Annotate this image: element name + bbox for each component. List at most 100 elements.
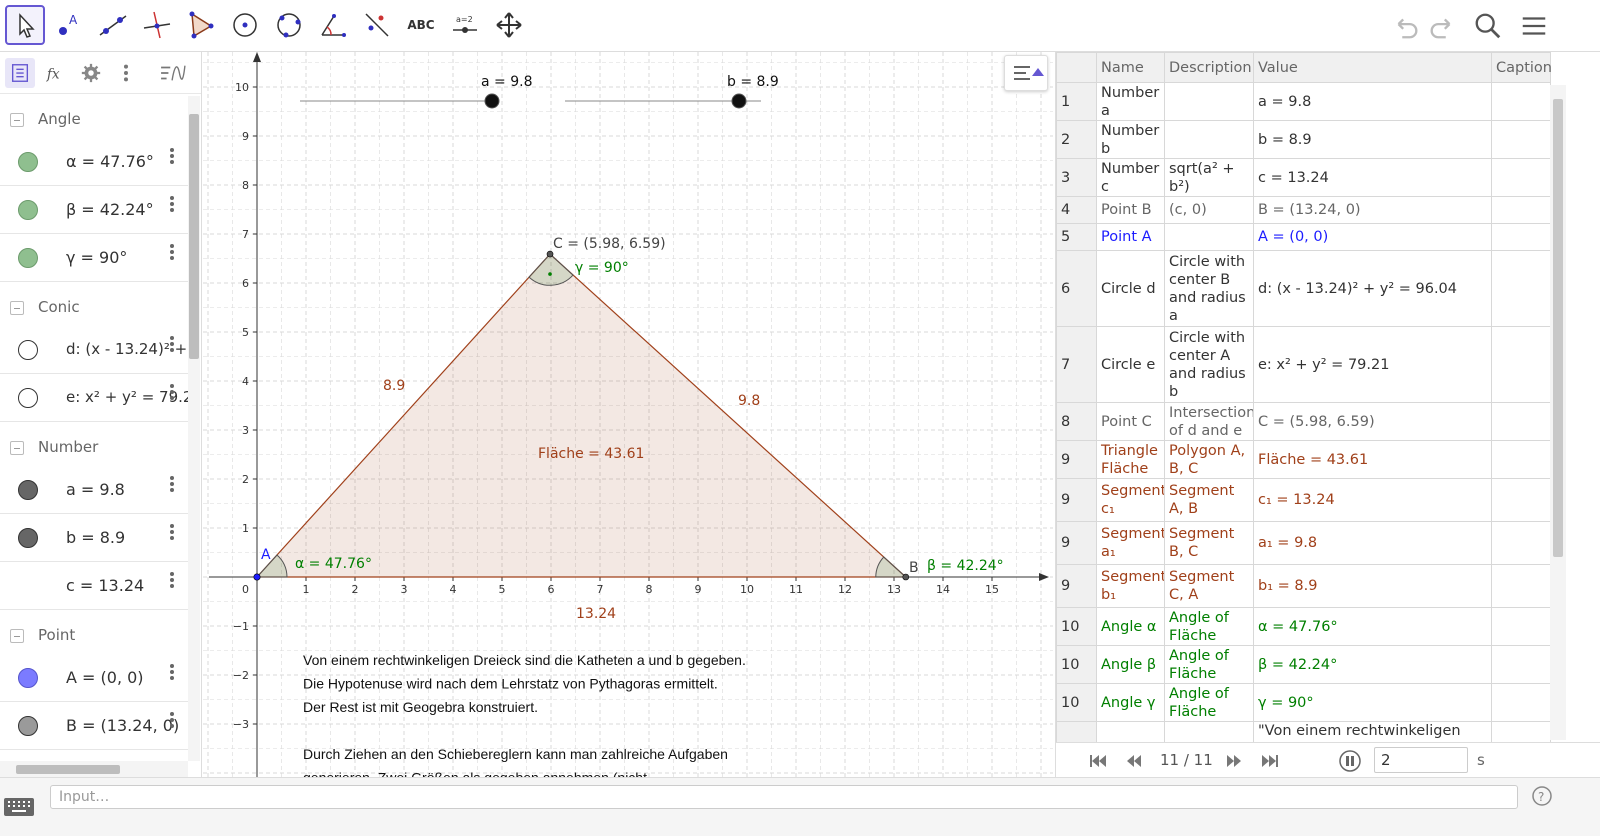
protocol-row[interactable]: 9 Triangle Fläche Polygon A, B, C Fläche = …	[1056, 440, 1551, 479]
visibility-toggle-icon[interactable]	[18, 248, 38, 268]
protocol-caption-cell[interactable]	[1491, 607, 1551, 646]
algebra-row[interactable]: α = 47.76°	[0, 138, 188, 186]
protocol-value-cell[interactable]: B = (13.24, 0)	[1253, 196, 1492, 224]
row-menu-icon[interactable]	[168, 570, 176, 592]
protocol-description-cell[interactable]	[1164, 721, 1254, 742]
protocol-row[interactable]: 10 Angle β Angle of Fläche β = 42.24°	[1056, 645, 1551, 684]
algebra-row[interactable]: γ = 90°	[0, 234, 188, 282]
main-menu-button[interactable]	[1518, 10, 1550, 42]
protocol-value-cell[interactable]: b = 8.9	[1253, 120, 1492, 159]
protocol-row[interactable]: 10 Angle γ Angle of Fläche γ = 90°	[1056, 683, 1551, 722]
protocol-row[interactable]: "Von einem rechtwinkeligen Dreieck sind …	[1056, 721, 1551, 742]
protocol-name-cell[interactable]: Circle d	[1096, 250, 1165, 327]
protocol-caption-cell[interactable]	[1491, 440, 1551, 479]
protocol-name-cell[interactable]: Segment b₁	[1096, 564, 1165, 608]
protocol-row[interactable]: 9 Segment a₁ Segment B, Ca₁ = 9.8	[1056, 521, 1551, 565]
protocol-description-cell[interactable]	[1164, 82, 1254, 121]
line-tool-button[interactable]	[93, 5, 133, 45]
protocol-caption-cell[interactable]	[1491, 250, 1551, 327]
protocol-value-cell[interactable]: Fläche = 43.61	[1253, 440, 1492, 479]
graphics-style-bar-button[interactable]	[1004, 55, 1048, 91]
move-tool-button[interactable]	[5, 5, 45, 45]
protocol-row[interactable]: 4 Point B (c, 0) B = (13.24, 0)	[1056, 196, 1551, 224]
protocol-description-cell[interactable]: Segment A, B	[1164, 478, 1254, 522]
group-header-point[interactable]: Point	[0, 618, 188, 654]
protocol-value-cell[interactable]: γ = 90°	[1253, 683, 1492, 722]
polygon-tool-button[interactable]	[181, 5, 221, 45]
group-header-angle[interactable]: Angle	[0, 102, 188, 138]
row-menu-icon[interactable]	[168, 334, 176, 356]
protocol-caption-cell[interactable]	[1491, 478, 1551, 522]
row-menu-icon[interactable]	[168, 382, 176, 404]
protocol-value-cell[interactable]: a = 9.8	[1253, 82, 1492, 121]
undo-button[interactable]	[1390, 10, 1422, 42]
protocol-description-cell[interactable]: Angle of Fläche	[1164, 645, 1254, 684]
protocol-value-cell[interactable]: c₁ = 13.24	[1253, 478, 1492, 522]
visibility-toggle-icon[interactable]	[18, 388, 38, 408]
graphics-canvas[interactable]: 1 2 3 4 5 6 7 8 9 10 11 12 13 14 1510987654321−1−2−30a…	[203, 52, 1053, 777]
protocol-caption-cell[interactable]	[1491, 564, 1551, 608]
protocol-name-cell[interactable]: Point B	[1096, 196, 1165, 224]
protocol-description-cell[interactable]: (c, 0)	[1164, 196, 1254, 224]
reflect-tool-button[interactable]	[357, 5, 397, 45]
protocol-caption-cell[interactable]	[1491, 402, 1551, 441]
protocol-value-cell[interactable]: β = 42.24°	[1253, 645, 1492, 684]
move-graphics-tool-button[interactable]	[489, 5, 529, 45]
protocol-row[interactable]: 7 Circle e Circle with center A and radius…	[1056, 326, 1551, 403]
column-header[interactable]: Caption	[1491, 52, 1552, 83]
column-header[interactable]: Description	[1164, 52, 1254, 83]
row-menu-icon[interactable]	[168, 242, 176, 264]
protocol-row[interactable]: 2 Number b b = 8.9	[1056, 120, 1551, 159]
next-step-icon[interactable]	[1224, 753, 1244, 769]
scrollbar-thumb[interactable]	[1553, 99, 1563, 557]
last-step-icon[interactable]	[1260, 753, 1280, 769]
redo-button[interactable]	[1426, 10, 1458, 42]
protocol-value-cell[interactable]: d: (x - 13.24)² + y² = 96.04	[1253, 250, 1492, 327]
protocol-row[interactable]: 3 Number c sqrt(a² + b²) c = 13.24	[1056, 158, 1551, 197]
protocol-description-cell[interactable]	[1164, 120, 1254, 159]
protocol-name-cell[interactable]: Angle β	[1096, 645, 1165, 684]
point-B[interactable]	[902, 573, 910, 581]
algebra-more-button[interactable]	[111, 58, 141, 88]
row-menu-icon[interactable]	[168, 146, 176, 168]
protocol-description-cell[interactable]: Circle with center A and radius b	[1164, 326, 1254, 403]
protocol-row[interactable]: 9 Segment b₁ Segment C, Ab₁ = 8.9	[1056, 564, 1551, 608]
algebra-row[interactable]: d: (x - 13.24)² + y² = 96.04	[0, 326, 188, 374]
protocol-description-cell[interactable]: Segment C, A	[1164, 564, 1254, 608]
protocol-value-cell[interactable]: α = 47.76°	[1253, 607, 1492, 646]
protocol-value-cell[interactable]: C = (5.98, 6.59)	[1253, 402, 1492, 441]
pause-icon[interactable]	[1338, 749, 1362, 773]
algebra-row[interactable]: β = 42.24°	[0, 186, 188, 234]
protocol-row[interactable]: 5 Point A A = (0, 0)	[1056, 223, 1551, 251]
speed-input[interactable]: 2	[1374, 747, 1468, 773]
triangle-area[interactable]	[257, 254, 906, 577]
protocol-row[interactable]: 10 Angle α Angle of Fläche α = 47.76°	[1056, 607, 1551, 646]
algebra-row[interactable]: A = (0, 0)	[0, 654, 188, 702]
algebra-tree-button[interactable]	[5, 58, 35, 88]
protocol-name-cell[interactable]	[1096, 721, 1165, 742]
protocol-name-cell[interactable]: Angle α	[1096, 607, 1165, 646]
text-tool-button[interactable]: ABC	[401, 5, 441, 45]
protocol-value-cell[interactable]: a₁ = 9.8	[1253, 521, 1492, 565]
column-header[interactable]: Value	[1253, 52, 1492, 83]
algebra-row[interactable]: B = (13.24, 0)	[0, 702, 188, 750]
group-header-number[interactable]: Number	[0, 430, 188, 466]
help-icon[interactable]: ?	[1532, 786, 1552, 806]
collapse-icon[interactable]	[10, 441, 24, 455]
group-header-conic[interactable]: Conic	[0, 290, 188, 326]
protocol-row[interactable]: 6 Circle d Circle with center B and radius…	[1056, 250, 1551, 327]
visibility-toggle-icon[interactable]	[18, 200, 38, 220]
protocol-caption-cell[interactable]	[1491, 158, 1551, 197]
protocol-description-cell[interactable]: Circle with center B and radius a	[1164, 250, 1254, 327]
first-step-icon[interactable]	[1088, 753, 1108, 769]
collapse-icon[interactable]	[10, 113, 24, 127]
protocol-caption-cell[interactable]	[1491, 120, 1551, 159]
protocol-caption-cell[interactable]	[1491, 521, 1551, 565]
visibility-toggle-icon[interactable]	[18, 528, 38, 548]
visibility-toggle-icon[interactable]	[18, 480, 38, 500]
previous-step-icon[interactable]	[1124, 753, 1144, 769]
protocol-name-cell[interactable]: Angle γ	[1096, 683, 1165, 722]
protocol-value-cell[interactable]: e: x² + y² = 79.21	[1253, 326, 1492, 403]
protocol-name-cell[interactable]: Circle e	[1096, 326, 1165, 403]
protocol-row[interactable]: 1 Number a a = 9.8	[1056, 82, 1551, 121]
